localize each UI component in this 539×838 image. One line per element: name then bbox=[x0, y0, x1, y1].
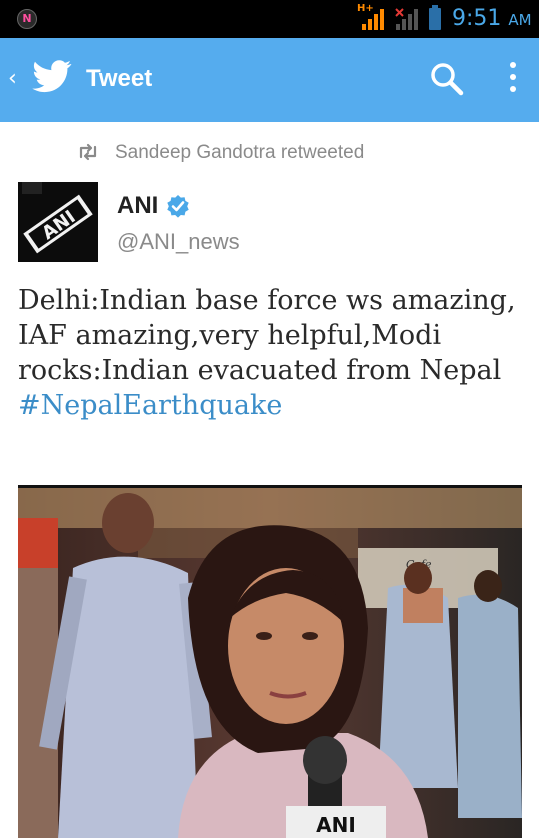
tweet-body: Delhi:Indian base force ws amazing, IAF … bbox=[18, 285, 516, 386]
overflow-menu-icon[interactable] bbox=[508, 62, 518, 98]
app-bar: ‹ Tweet bbox=[0, 38, 539, 122]
retweeted-by-text[interactable]: Sandeep Gandotra retweeted bbox=[115, 142, 364, 164]
tweet-photo[interactable]: Cafe ANI bbox=[18, 485, 522, 838]
photo-scene-icon: Cafe ANI bbox=[18, 488, 522, 838]
back-icon[interactable]: ‹ bbox=[8, 66, 17, 91]
twitter-bird-icon[interactable] bbox=[32, 60, 72, 94]
mic-badge-text: ANI bbox=[316, 813, 356, 837]
app-bar-title: Tweet bbox=[86, 65, 153, 92]
verified-badge-icon bbox=[167, 195, 189, 218]
battery-icon bbox=[429, 5, 441, 30]
no-signal-icon bbox=[395, 8, 418, 30]
author-handle[interactable]: @ANI_news bbox=[117, 229, 240, 255]
ani-logo-icon: ANI bbox=[18, 182, 98, 262]
signal-icon bbox=[362, 9, 384, 30]
clock-time: 9:51 bbox=[452, 6, 502, 31]
status-clock: 9:51 AM bbox=[452, 6, 532, 31]
retweet-icon bbox=[79, 143, 97, 161]
avatar[interactable]: ANI bbox=[18, 182, 98, 262]
app-notification-icon: N bbox=[17, 9, 37, 29]
tweet-text: Delhi:Indian base force ws amazing, IAF … bbox=[18, 283, 528, 423]
author-name[interactable]: ANI bbox=[117, 192, 158, 220]
hashtag-link[interactable]: #NepalEarthquake bbox=[18, 390, 282, 421]
search-icon[interactable] bbox=[430, 62, 464, 96]
clock-ampm: AM bbox=[508, 11, 532, 29]
status-bar: N H+ 9:51 AM bbox=[0, 0, 539, 38]
